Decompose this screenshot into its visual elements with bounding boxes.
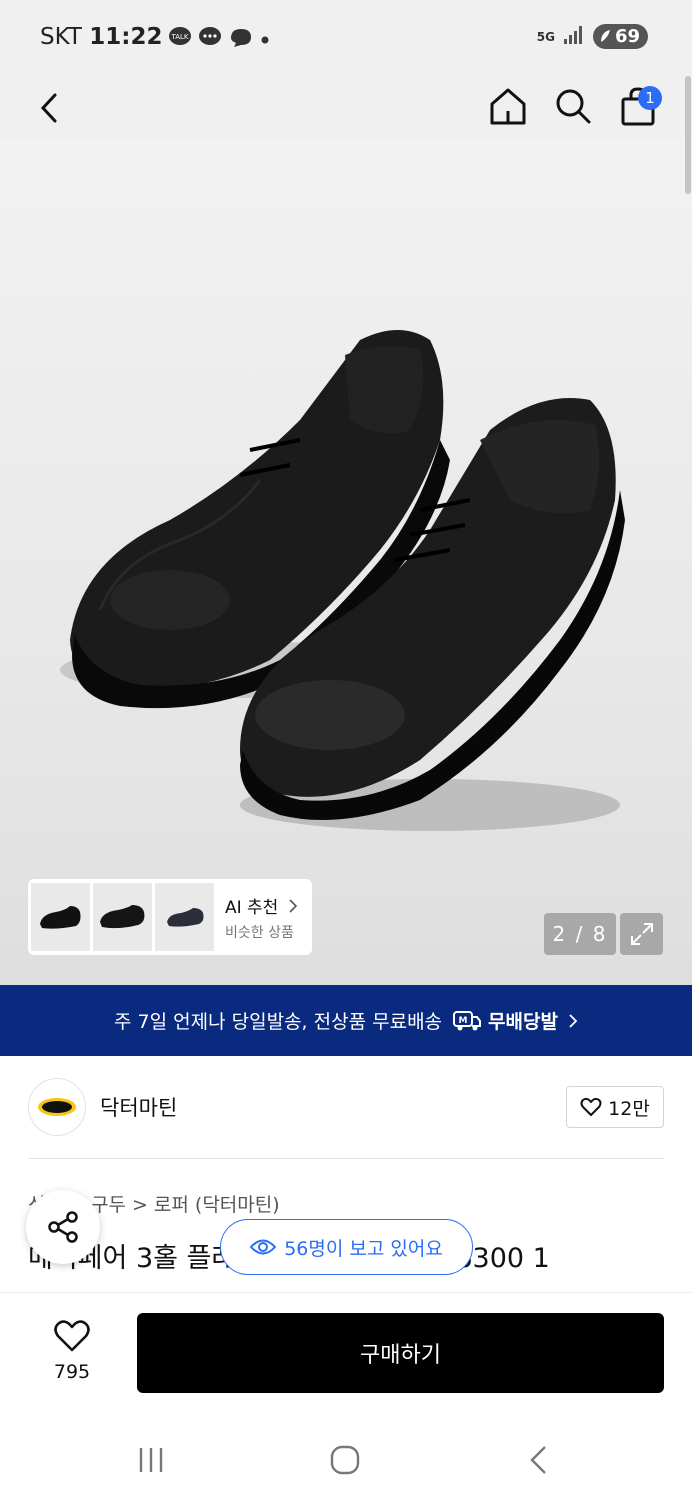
notification-icons: TALK — [168, 26, 270, 52]
shoe-thumbnail-icon — [166, 908, 203, 927]
eye-icon — [250, 1239, 277, 1255]
back-nav-button[interactable] — [519, 1442, 559, 1478]
ai-subtitle: 비슷한 상품 — [225, 924, 294, 941]
status-bar: SKT 11:22 TALK 5G 69 — [0, 0, 692, 76]
expand-icon — [630, 923, 653, 945]
svg-text:TALK: TALK — [170, 33, 188, 41]
buy-button[interactable]: 구매하기 — [137, 1313, 664, 1393]
shoe-image — [60, 330, 625, 831]
brand-name[interactable]: 닥터마틴 — [100, 1092, 177, 1122]
system-icons: 5G 69 — [537, 24, 648, 49]
brand-logo-image — [38, 1098, 76, 1116]
divider — [28, 1158, 664, 1159]
svg-text:M: M — [459, 1016, 468, 1026]
recommendation-thumbnail[interactable] — [31, 883, 90, 951]
chevron-right-icon — [289, 898, 297, 913]
brand-row[interactable]: 닥터마틴 12만 — [28, 1078, 664, 1136]
home-icon — [490, 88, 526, 125]
system-nav-bar — [0, 1416, 692, 1500]
clock: 11:22 — [89, 24, 163, 50]
heart-icon — [54, 1320, 90, 1352]
home-circle-icon — [330, 1445, 360, 1475]
chevron-left-icon — [40, 93, 57, 123]
promo-text: 주 7일 언제나 당일발송, 전상품 무료배송 — [114, 1011, 443, 1033]
delivery-promo-banner[interactable]: 주 7일 언제나 당일발송, 전상품 무료배송 M 무배당발 — [0, 985, 692, 1056]
carrier: SKT — [40, 24, 82, 50]
cart-badge: 1 — [638, 86, 662, 110]
product-image[interactable] — [0, 140, 692, 985]
chevron-right-icon — [569, 1013, 578, 1028]
heart-icon — [580, 1097, 602, 1116]
shoe-thumbnail-icon — [99, 905, 144, 929]
page-scrollbar[interactable] — [685, 76, 691, 194]
share-button[interactable] — [26, 1190, 100, 1264]
recommendation-thumbnail[interactable] — [93, 883, 152, 951]
viewers-pill: 56명이 보고 있어요 — [220, 1219, 473, 1275]
ai-recommendation-card[interactable]: AI 추천 비슷한 상품 — [28, 879, 312, 955]
home-nav-button[interactable] — [325, 1442, 365, 1478]
brand-like-button[interactable]: 12만 — [566, 1086, 664, 1128]
purchase-bar: 795 구매하기 — [0, 1292, 692, 1416]
battery-indicator: 69 — [592, 24, 648, 49]
ai-title: AI 추천 — [225, 897, 279, 918]
cart-button[interactable]: 1 — [614, 82, 662, 130]
talk-icon: TALK — [168, 26, 192, 52]
viewers-text: 56명이 보고 있어요 — [284, 1237, 443, 1260]
back-arrow-icon — [530, 1446, 546, 1474]
wishlist-button[interactable]: 795 — [34, 1319, 110, 1383]
back-button[interactable] — [26, 84, 74, 132]
ai-recommendation-text: AI 추천 비슷한 상품 — [225, 893, 298, 942]
recent-apps-button[interactable] — [131, 1442, 171, 1478]
network-label: 5G — [536, 29, 555, 44]
promo-brand-label: 무배당발 — [488, 1011, 558, 1033]
recommendation-thumbnail[interactable] — [155, 883, 214, 951]
signal-icon — [563, 25, 585, 49]
brand-logo[interactable] — [28, 1078, 86, 1136]
expand-button[interactable] — [620, 913, 663, 955]
dot-icon — [260, 30, 270, 49]
share-icon — [48, 1211, 78, 1243]
shoe-thumbnail-icon — [39, 906, 80, 929]
wishlist-count: 795 — [53, 1361, 91, 1383]
search-button[interactable] — [549, 82, 597, 130]
message-icon — [198, 26, 222, 52]
top-bar: 1 — [0, 76, 692, 140]
chat-bubble-icon — [228, 26, 254, 52]
battery-level: 69 — [614, 26, 640, 47]
search-icon — [556, 89, 591, 124]
brand-like-count: 12만 — [608, 1097, 650, 1120]
recent-apps-icon — [139, 1448, 163, 1472]
image-counter: 2 / 8 — [544, 913, 616, 955]
delivery-truck-icon: M — [453, 1010, 482, 1030]
home-button[interactable] — [484, 82, 532, 130]
